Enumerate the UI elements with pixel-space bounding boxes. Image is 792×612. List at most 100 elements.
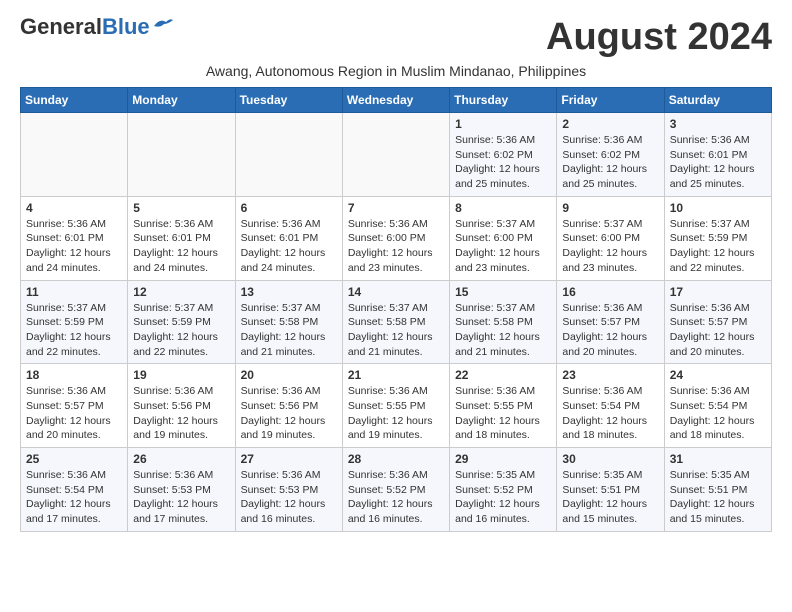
calendar-day-cell: 16Sunrise: 5:36 AMSunset: 5:57 PMDayligh… bbox=[557, 280, 664, 364]
day-number: 12 bbox=[133, 285, 229, 299]
calendar-week-row: 11Sunrise: 5:37 AMSunset: 5:59 PMDayligh… bbox=[21, 280, 772, 364]
day-number: 31 bbox=[670, 452, 766, 466]
calendar-day-cell: 17 Sunrise: 5:36 AMSunset: 5:57 PMDayligh… bbox=[664, 280, 771, 364]
day-number: 15 bbox=[455, 285, 551, 299]
day-number: 9 bbox=[562, 201, 658, 215]
calendar-week-row: 1 Sunrise: 5:36 AMSunset: 6:02 PMDaylight… bbox=[21, 113, 772, 197]
calendar-day-cell: 21 Sunrise: 5:36 AMSunset: 5:55 PMDayligh… bbox=[342, 364, 449, 448]
day-info: Sunrise: 5:37 AMSunset: 5:58 PMDaylight:… bbox=[241, 301, 337, 360]
day-info: Sunrise: 5:36 AMSunset: 5:57 PMDaylight:… bbox=[670, 301, 766, 360]
calendar-day-cell bbox=[21, 113, 128, 197]
day-number: 19 bbox=[133, 368, 229, 382]
day-number: 18 bbox=[26, 368, 122, 382]
day-info: Sunrise: 5:37 AMSunset: 5:59 PMDaylight:… bbox=[26, 301, 122, 360]
day-number: 10 bbox=[670, 201, 766, 215]
day-number: 27 bbox=[241, 452, 337, 466]
calendar-day-cell: 25Sunrise: 5:36 AMSunset: 5:54 PMDayligh… bbox=[21, 448, 128, 532]
calendar-day-cell: 28Sunrise: 5:36 AMSunset: 5:52 PMDayligh… bbox=[342, 448, 449, 532]
calendar-day-cell: 1 Sunrise: 5:36 AMSunset: 6:02 PMDaylight… bbox=[450, 113, 557, 197]
day-info: Sunrise: 5:36 AMSunset: 6:02 PMDaylight:… bbox=[455, 133, 551, 192]
calendar-day-cell: 7Sunrise: 5:36 AMSunset: 6:00 PMDaylight… bbox=[342, 196, 449, 280]
calendar-day-cell: 20 Sunrise: 5:36 AMSunset: 5:56 PMDayligh… bbox=[235, 364, 342, 448]
day-info: Sunrise: 5:37 AMSunset: 6:00 PMDaylight:… bbox=[455, 217, 551, 276]
day-number: 30 bbox=[562, 452, 658, 466]
day-number: 1 bbox=[455, 117, 551, 131]
calendar-day-cell: 5 Sunrise: 5:36 AMSunset: 6:01 PMDaylight… bbox=[128, 196, 235, 280]
day-number: 26 bbox=[133, 452, 229, 466]
day-number: 24 bbox=[670, 368, 766, 382]
calendar-week-row: 18 Sunrise: 5:36 AMSunset: 5:57 PMDayligh… bbox=[21, 364, 772, 448]
day-number: 21 bbox=[348, 368, 444, 382]
day-info: Sunrise: 5:36 AMSunset: 5:56 PMDaylight:… bbox=[133, 384, 229, 443]
day-info: Sunrise: 5:36 AMSunset: 5:57 PMDaylight:… bbox=[26, 384, 122, 443]
calendar-week-row: 25Sunrise: 5:36 AMSunset: 5:54 PMDayligh… bbox=[21, 448, 772, 532]
calendar-day-cell: 2 Sunrise: 5:36 AMSunset: 6:02 PMDaylight… bbox=[557, 113, 664, 197]
calendar-week-row: 4 Sunrise: 5:36 AMSunset: 6:01 PMDaylight… bbox=[21, 196, 772, 280]
day-number: 23 bbox=[562, 368, 658, 382]
weekday-header-cell: Tuesday bbox=[235, 88, 342, 113]
day-info: Sunrise: 5:36 AMSunset: 5:57 PMDaylight:… bbox=[562, 301, 658, 360]
day-number: 2 bbox=[562, 117, 658, 131]
day-number: 25 bbox=[26, 452, 122, 466]
calendar-day-cell: 19 Sunrise: 5:36 AMSunset: 5:56 PMDayligh… bbox=[128, 364, 235, 448]
calendar-day-cell: 26 Sunrise: 5:36 AMSunset: 5:53 PMDayligh… bbox=[128, 448, 235, 532]
day-number: 3 bbox=[670, 117, 766, 131]
logo-text: GeneralBlue bbox=[20, 16, 150, 38]
calendar-day-cell: 8 Sunrise: 5:37 AMSunset: 6:00 PMDaylight… bbox=[450, 196, 557, 280]
calendar-day-cell: 30Sunrise: 5:35 AMSunset: 5:51 PMDayligh… bbox=[557, 448, 664, 532]
day-info: Sunrise: 5:36 AMSunset: 5:54 PMDaylight:… bbox=[562, 384, 658, 443]
calendar-day-cell: 14Sunrise: 5:37 AMSunset: 5:58 PMDayligh… bbox=[342, 280, 449, 364]
day-info: Sunrise: 5:37 AMSunset: 5:58 PMDaylight:… bbox=[348, 301, 444, 360]
day-number: 8 bbox=[455, 201, 551, 215]
day-info: Sunrise: 5:36 AMSunset: 6:01 PMDaylight:… bbox=[670, 133, 766, 192]
weekday-header-cell: Sunday bbox=[21, 88, 128, 113]
calendar-day-cell bbox=[342, 113, 449, 197]
calendar-day-cell: 13 Sunrise: 5:37 AMSunset: 5:58 PMDayligh… bbox=[235, 280, 342, 364]
logo-bird-icon bbox=[152, 16, 174, 34]
weekday-header-row: SundayMondayTuesdayWednesdayThursdayFrid… bbox=[21, 88, 772, 113]
day-info: Sunrise: 5:37 AMSunset: 5:59 PMDaylight:… bbox=[670, 217, 766, 276]
day-number: 22 bbox=[455, 368, 551, 382]
day-info: Sunrise: 5:35 AMSunset: 5:51 PMDaylight:… bbox=[670, 468, 766, 527]
logo: GeneralBlue bbox=[20, 16, 174, 38]
day-number: 5 bbox=[133, 201, 229, 215]
subtitle: Awang, Autonomous Region in Muslim Minda… bbox=[20, 63, 772, 79]
weekday-header-cell: Wednesday bbox=[342, 88, 449, 113]
calendar-day-cell: 15 Sunrise: 5:37 AMSunset: 5:58 PMDayligh… bbox=[450, 280, 557, 364]
calendar-day-cell: 6Sunrise: 5:36 AMSunset: 6:01 PMDaylight… bbox=[235, 196, 342, 280]
day-info: Sunrise: 5:36 AMSunset: 5:56 PMDaylight:… bbox=[241, 384, 337, 443]
header: GeneralBlue August 2024 bbox=[20, 16, 772, 59]
calendar-day-cell: 23 Sunrise: 5:36 AMSunset: 5:54 PMDayligh… bbox=[557, 364, 664, 448]
calendar-day-cell bbox=[235, 113, 342, 197]
day-info: Sunrise: 5:36 AMSunset: 5:55 PMDaylight:… bbox=[348, 384, 444, 443]
day-number: 20 bbox=[241, 368, 337, 382]
day-info: Sunrise: 5:36 AMSunset: 5:55 PMDaylight:… bbox=[455, 384, 551, 443]
weekday-header-cell: Saturday bbox=[664, 88, 771, 113]
day-info: Sunrise: 5:36 AMSunset: 6:02 PMDaylight:… bbox=[562, 133, 658, 192]
month-title: August 2024 bbox=[546, 16, 772, 59]
calendar-day-cell bbox=[128, 113, 235, 197]
weekday-header-cell: Thursday bbox=[450, 88, 557, 113]
day-number: 4 bbox=[26, 201, 122, 215]
day-info: Sunrise: 5:37 AMSunset: 5:59 PMDaylight:… bbox=[133, 301, 229, 360]
day-info: Sunrise: 5:35 AMSunset: 5:52 PMDaylight:… bbox=[455, 468, 551, 527]
day-info: Sunrise: 5:36 AMSunset: 6:01 PMDaylight:… bbox=[133, 217, 229, 276]
day-number: 13 bbox=[241, 285, 337, 299]
calendar-day-cell: 12 Sunrise: 5:37 AMSunset: 5:59 PMDayligh… bbox=[128, 280, 235, 364]
calendar-day-cell: 31 Sunrise: 5:35 AMSunset: 5:51 PMDayligh… bbox=[664, 448, 771, 532]
day-info: Sunrise: 5:36 AMSunset: 6:01 PMDaylight:… bbox=[241, 217, 337, 276]
calendar-day-cell: 9 Sunrise: 5:37 AMSunset: 6:00 PMDaylight… bbox=[557, 196, 664, 280]
calendar-table: SundayMondayTuesdayWednesdayThursdayFrid… bbox=[20, 87, 772, 532]
day-info: Sunrise: 5:37 AMSunset: 6:00 PMDaylight:… bbox=[562, 217, 658, 276]
day-number: 29 bbox=[455, 452, 551, 466]
day-info: Sunrise: 5:36 AMSunset: 5:53 PMDaylight:… bbox=[133, 468, 229, 527]
day-info: Sunrise: 5:36 AMSunset: 5:54 PMDaylight:… bbox=[670, 384, 766, 443]
calendar-day-cell: 24 Sunrise: 5:36 AMSunset: 5:54 PMDayligh… bbox=[664, 364, 771, 448]
day-info: Sunrise: 5:36 AMSunset: 6:00 PMDaylight:… bbox=[348, 217, 444, 276]
calendar-day-cell: 22 Sunrise: 5:36 AMSunset: 5:55 PMDayligh… bbox=[450, 364, 557, 448]
calendar-day-cell: 10 Sunrise: 5:37 AMSunset: 5:59 PMDayligh… bbox=[664, 196, 771, 280]
calendar-day-cell: 3 Sunrise: 5:36 AMSunset: 6:01 PMDaylight… bbox=[664, 113, 771, 197]
day-number: 17 bbox=[670, 285, 766, 299]
day-info: Sunrise: 5:36 AMSunset: 6:01 PMDaylight:… bbox=[26, 217, 122, 276]
day-info: Sunrise: 5:37 AMSunset: 5:58 PMDaylight:… bbox=[455, 301, 551, 360]
